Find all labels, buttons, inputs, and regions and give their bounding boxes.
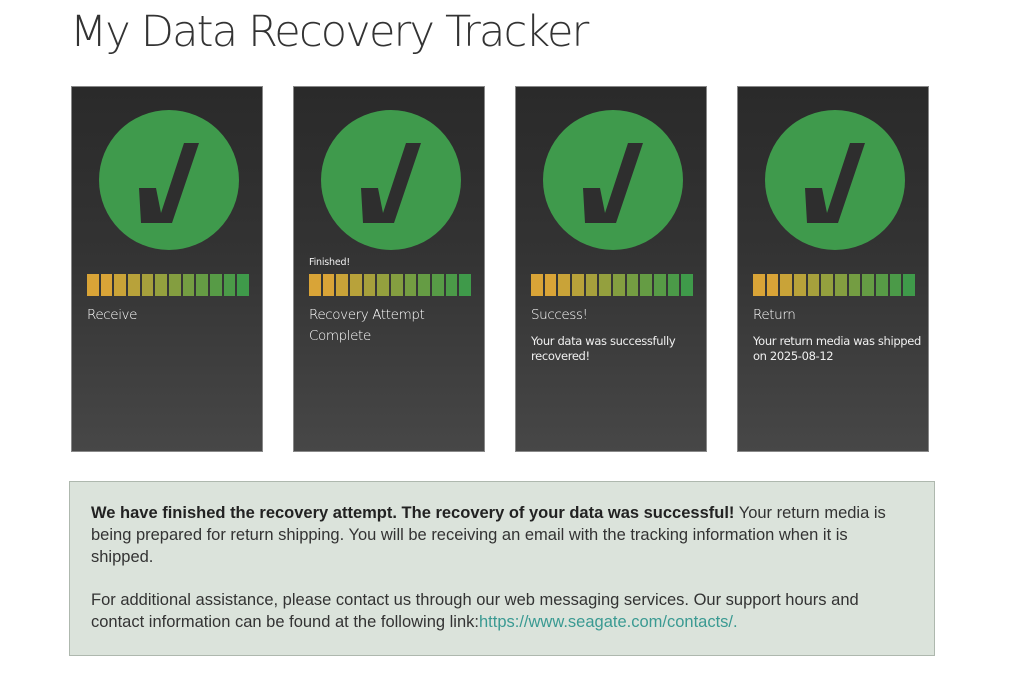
progress-bar (87, 274, 250, 296)
progress-segment (862, 274, 875, 296)
progress-segment (654, 274, 666, 296)
progress-segment (210, 274, 222, 296)
check-circle (321, 110, 461, 250)
progress-segment (87, 274, 99, 296)
progress-segment (585, 274, 598, 296)
status-message-box: We have finished the recovery attempt. T… (69, 481, 935, 656)
assistance-text: For additional assistance, please contac… (91, 591, 859, 631)
progress-segment (794, 274, 806, 296)
progress-segment (780, 274, 793, 296)
progress-bar (309, 274, 472, 296)
check-circle (543, 110, 683, 250)
step-label: Recovery Attempt Complete (309, 307, 425, 344)
check-mark-icon (583, 143, 643, 223)
page-title: My Data Recovery Tracker (70, 7, 589, 57)
progress-segment (100, 274, 113, 296)
contact-link[interactable]: https://www.seagate.com/contacts/. (479, 613, 738, 631)
progress-segment (169, 274, 181, 296)
progress-segment (459, 274, 472, 296)
step-note: Finished! (309, 257, 350, 268)
progress-segment (418, 274, 431, 296)
status-message: We have finished the recovery attempt. T… (91, 502, 912, 568)
progress-segment (322, 274, 335, 296)
progress-segment (336, 274, 349, 296)
check-mark-icon (361, 143, 421, 223)
progress-segment (363, 274, 376, 296)
progress-segment (309, 274, 321, 296)
check-mark-icon (805, 143, 865, 223)
step-card-recovery-attempt: Finished! Recovery Attempt Complete (293, 86, 485, 452)
step-description: Your data was successfully recovered! (531, 334, 676, 363)
progress-segment (903, 274, 916, 296)
progress-segment (141, 274, 154, 296)
progress-segment (114, 274, 127, 296)
step-card-receive: Receive (71, 86, 263, 452)
progress-segment (531, 274, 543, 296)
step-card-return: Return Your return media was shipped on … (737, 86, 929, 452)
progress-segment (640, 274, 653, 296)
step-label: Return (753, 307, 796, 323)
progress-segment (237, 274, 250, 296)
progress-segment (391, 274, 403, 296)
progress-segment (128, 274, 140, 296)
assistance-message: For additional assistance, please contac… (91, 589, 912, 633)
progress-segment (626, 274, 639, 296)
progress-segment (766, 274, 779, 296)
progress-bar (531, 274, 694, 296)
progress-segment (848, 274, 861, 296)
check-circle (765, 110, 905, 250)
progress-segment (404, 274, 417, 296)
progress-segment (613, 274, 625, 296)
step-card-success: Success! Your data was successfully reco… (515, 86, 707, 452)
progress-segment (572, 274, 584, 296)
progress-segment (558, 274, 571, 296)
check-mark-icon (139, 143, 199, 223)
progress-segment (196, 274, 209, 296)
progress-segment (807, 274, 820, 296)
progress-segment (876, 274, 888, 296)
step-label: Receive (87, 307, 138, 323)
progress-segment (835, 274, 847, 296)
progress-segment (223, 274, 236, 296)
step-label: Success! (531, 307, 588, 323)
progress-segment (889, 274, 902, 296)
step-description: Your return media was shipped on 2025-08… (753, 334, 921, 363)
progress-segment (182, 274, 195, 296)
status-message-bold: We have finished the recovery attempt. T… (91, 504, 735, 522)
progress-segment (445, 274, 458, 296)
check-circle (99, 110, 239, 250)
progress-segment (821, 274, 834, 296)
progress-segment (377, 274, 390, 296)
progress-segment (350, 274, 362, 296)
progress-segment (432, 274, 444, 296)
progress-segment (753, 274, 765, 296)
progress-bar (753, 274, 916, 296)
progress-segment (667, 274, 680, 296)
progress-segment (155, 274, 168, 296)
progress-segment (544, 274, 557, 296)
progress-segment (599, 274, 612, 296)
progress-segment (681, 274, 694, 296)
